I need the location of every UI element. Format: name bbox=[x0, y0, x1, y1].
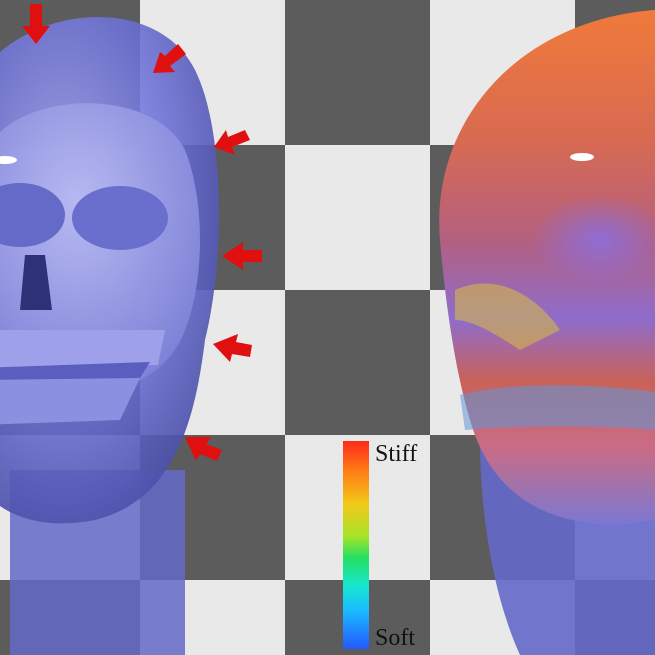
right-eye-socket bbox=[72, 186, 168, 250]
colorbar-label-soft: Soft bbox=[375, 625, 416, 651]
comparison-scene bbox=[0, 0, 655, 655]
right-head-mid-band bbox=[460, 385, 655, 430]
colorbar-label-stiff: Stiff bbox=[375, 441, 418, 467]
right-head-highlight bbox=[570, 153, 594, 161]
lower-jaw bbox=[0, 378, 140, 425]
stiffness-colorbar bbox=[343, 441, 369, 649]
